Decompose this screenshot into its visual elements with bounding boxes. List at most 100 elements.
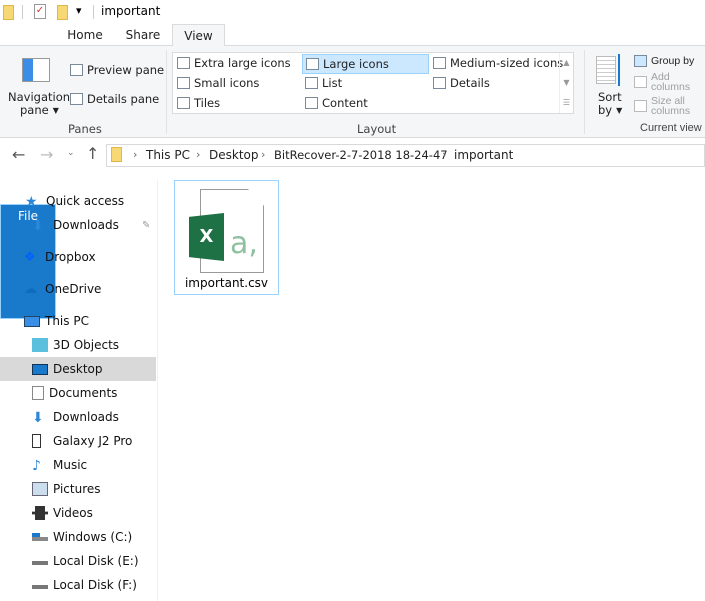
breadcrumb-desktop[interactable]: Desktop [209, 148, 259, 162]
scroll-down-icon[interactable]: ▼ [560, 73, 573, 93]
download-icon: ⬇ [32, 218, 44, 234]
nav-downloads[interactable]: ⬇ Downloads [0, 405, 156, 429]
nav-this-pc[interactable]: This PC [0, 309, 156, 333]
size-all-columns-button[interactable]: Size all columns [634, 96, 704, 116]
label: List [322, 76, 343, 90]
label: Size all columns [651, 95, 691, 117]
scroll-up-icon[interactable]: ▲ [560, 53, 573, 73]
navigation-pane-button-line2[interactable]: pane ▼ [20, 103, 59, 117]
navigation-pane-button[interactable]: Navigation [8, 90, 70, 104]
label: 3D Objects [53, 338, 120, 352]
chevron-icon[interactable]: › [133, 148, 137, 161]
desktop-icon [32, 363, 48, 375]
new-folder-icon[interactable] [57, 5, 68, 20]
nav-videos[interactable]: Videos [0, 501, 156, 525]
phone-icon [32, 434, 41, 448]
chevron-icon[interactable]: › [261, 148, 265, 161]
layout-content[interactable]: Content [305, 96, 368, 110]
video-icon [32, 506, 48, 520]
csv-glyph: a, [230, 226, 258, 261]
file-item[interactable]: X a, important.csv [174, 180, 279, 295]
nav-galaxy-j2-pro[interactable]: Galaxy J2 Pro [0, 429, 156, 453]
layout-medium-icons[interactable]: Medium-sized icons [433, 56, 563, 70]
tab-share[interactable]: Share [120, 24, 166, 46]
layout-details[interactable]: Details [433, 76, 490, 90]
label: Medium-sized icons [450, 56, 564, 70]
layout-tiles[interactable]: Tiles [177, 96, 220, 110]
chevron-icon[interactable]: › [442, 148, 446, 161]
back-icon[interactable]: ← [12, 145, 25, 164]
label: Content [322, 96, 368, 110]
sort-icon [596, 56, 616, 84]
nav-documents[interactable]: Documents [0, 381, 156, 405]
group-by-button[interactable]: Group by [634, 55, 704, 67]
nav-dropbox[interactable]: ❖ Dropbox [0, 245, 156, 269]
breadcrumb-bitrecover[interactable]: BitRecover-2-7-2018 18-24-47 [274, 148, 448, 162]
dropdown-icon: ▼ [52, 105, 59, 115]
nav-downloads-pinned[interactable]: ⬇ Downloads ✎ [0, 213, 156, 237]
customize-toolbar-icon[interactable]: ▾ [76, 4, 82, 17]
current-view-group-label: Current view [640, 122, 702, 134]
breadcrumb-this-pc[interactable]: This PC [146, 148, 190, 162]
small-icons-icon [177, 77, 190, 89]
properties-icon[interactable]: ✓ [34, 4, 46, 19]
recent-locations-icon[interactable]: ⌄ [67, 148, 75, 158]
nav-onedrive[interactable]: ☁ OneDrive [0, 277, 156, 301]
layout-extra-large-icons[interactable]: Extra large icons [177, 56, 291, 70]
layout-large-icons[interactable]: Large icons [302, 54, 429, 74]
nav-desktop[interactable]: Desktop [0, 357, 156, 381]
document-icon [32, 386, 44, 400]
nav-quick-access[interactable]: ★ Quick access [0, 189, 156, 213]
label: Local Disk (F:) [53, 578, 137, 592]
preview-pane-button[interactable]: Preview pane [70, 63, 164, 77]
label: Small icons [194, 76, 260, 90]
drive-icon [32, 533, 48, 541]
nav-local-disk-e[interactable]: Local Disk (E:) [0, 549, 156, 573]
label: Dropbox [45, 250, 96, 264]
breadcrumb-important[interactable]: important [454, 148, 513, 162]
nav-music[interactable]: ♪ Music [0, 453, 156, 477]
nav-3d-objects[interactable]: 3D Objects [0, 333, 156, 357]
up-icon[interactable]: ↑ [86, 144, 99, 163]
expand-icon[interactable]: ☰ [560, 93, 573, 113]
sort-by-button[interactable]: Sort [598, 90, 622, 104]
tab-view[interactable]: View [172, 24, 225, 47]
preview-pane-label: Preview pane [87, 63, 165, 77]
content-icon [305, 97, 318, 109]
music-icon: ♪ [32, 458, 41, 474]
tiles-icon [177, 97, 190, 109]
layout-gallery: Extra large icons Large icons Medium-siz… [172, 52, 574, 114]
layout-small-icons[interactable]: Small icons [177, 76, 259, 90]
cube-icon [32, 338, 48, 352]
pin-icon[interactable]: ✎ [142, 220, 150, 231]
ribbon-tabs: File Home Share View [0, 24, 705, 319]
nav-local-disk-f[interactable]: Local Disk (F:) [0, 573, 156, 597]
add-columns-button[interactable]: Add columns [634, 72, 704, 92]
tab-home[interactable]: Home [62, 24, 108, 46]
chevron-icon[interactable]: › [196, 148, 200, 161]
gallery-scroll[interactable]: ▲ ▼ ☰ [559, 53, 573, 113]
details-pane-label: Details pane [87, 92, 160, 106]
label: This PC [45, 314, 89, 328]
group-by-icon [634, 55, 647, 67]
label: OneDrive [45, 282, 102, 296]
layout-list[interactable]: List [305, 76, 342, 90]
add-columns-icon [634, 76, 647, 88]
nav-windows-c[interactable]: Windows (C:) [0, 525, 156, 549]
pictures-icon [32, 482, 48, 496]
sort-by-button-line2[interactable]: by ▼ [598, 103, 622, 117]
excel-icon: X [189, 213, 224, 261]
folder-icon [3, 5, 14, 20]
details-pane-button[interactable]: Details pane [70, 92, 159, 106]
medium-icons-icon [433, 57, 446, 69]
file-name: important.csv [184, 276, 269, 290]
label: Details [450, 76, 490, 90]
nav-pictures[interactable]: Pictures [0, 477, 156, 501]
label: Galaxy J2 Pro [53, 434, 133, 448]
label: Quick access [46, 194, 125, 208]
forward-icon[interactable]: → [40, 145, 53, 164]
title-bar: ✓ ▾ important [0, 0, 705, 24]
navigation-pane-icon [22, 58, 50, 82]
large-icons-icon [306, 58, 319, 70]
extra-large-icons-icon [177, 57, 190, 69]
